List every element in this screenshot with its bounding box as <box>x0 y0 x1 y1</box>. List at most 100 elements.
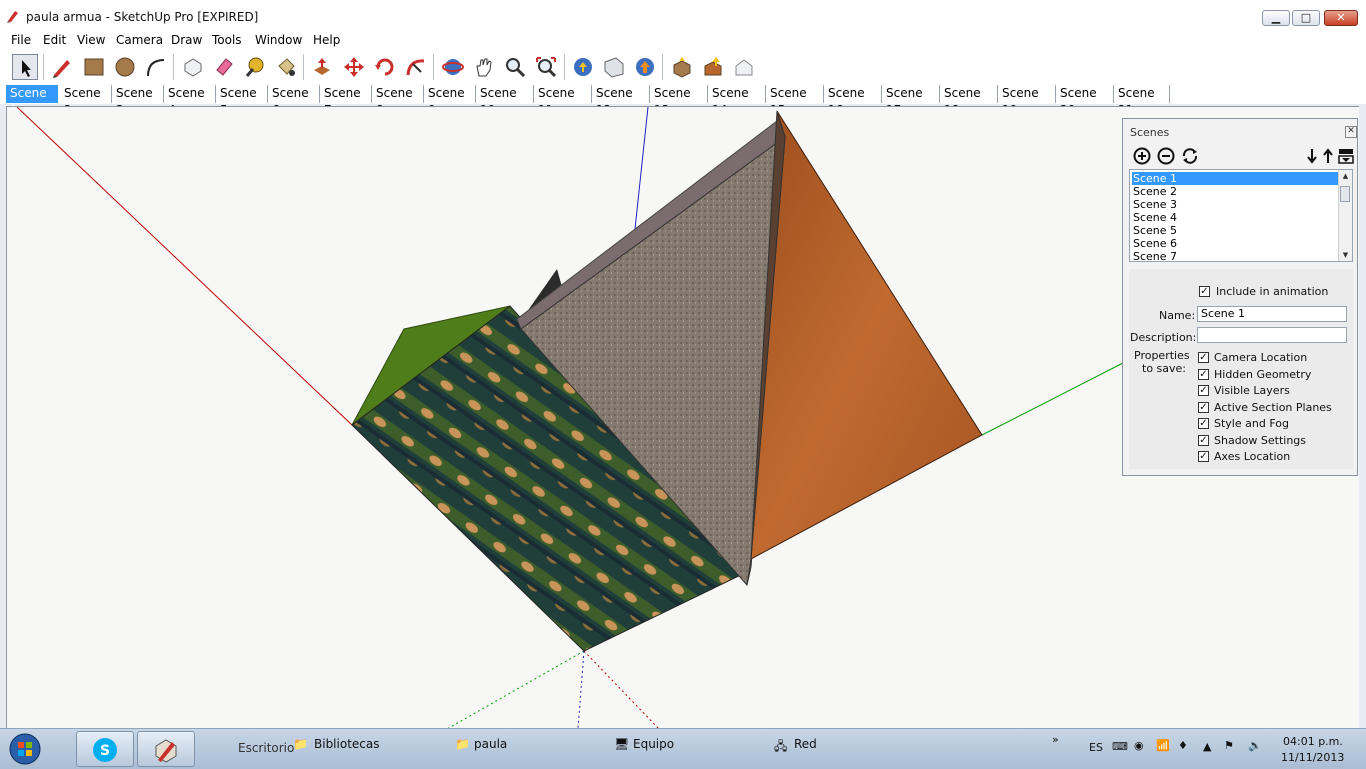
taskbar-equipo[interactable]: Equipo <box>633 737 674 751</box>
circle-tool[interactable] <box>112 54 138 80</box>
tab-scene-5[interactable]: Scene 5 <box>216 85 268 117</box>
menu-view[interactable]: View <box>77 33 105 47</box>
scroll-thumb[interactable] <box>1340 186 1350 202</box>
zoom-extents-tool[interactable] <box>533 54 559 80</box>
scene-list-item[interactable]: Scene 4 <box>1132 211 1341 224</box>
start-button-icon[interactable] <box>6 732 44 766</box>
menu-tools[interactable]: Tools <box>212 33 242 47</box>
close-button[interactable]: ✕ <box>1324 10 1358 26</box>
share-component-tool[interactable] <box>669 54 695 80</box>
name-field[interactable]: Scene 1 <box>1197 306 1347 322</box>
minimize-button[interactable]: ▁ <box>1262 10 1290 26</box>
share-model-tool[interactable] <box>601 54 627 80</box>
scene-list-item[interactable]: Scene 7 <box>1132 250 1341 261</box>
tab-scene-12[interactable]: Scene 12 <box>592 85 650 117</box>
include-animation-checkbox[interactable]: ✓ <box>1199 286 1210 297</box>
follow-me-tool[interactable] <box>403 54 429 80</box>
tab-scene-6[interactable]: Scene 6 <box>268 85 320 117</box>
taskbar-bibliotecas[interactable]: Bibliotecas <box>314 737 379 751</box>
tab-scene-19[interactable]: Scene 19 <box>998 85 1056 117</box>
camera-location-checkbox[interactable]: ✓ <box>1198 352 1209 363</box>
scene-list-scrollbar[interactable]: ▲ ▼ <box>1338 170 1352 261</box>
move-tool[interactable] <box>341 54 367 80</box>
tab-scene-15[interactable]: Scene 15 <box>766 85 824 117</box>
tape-measure-tool[interactable] <box>242 54 268 80</box>
rectangle-tool[interactable] <box>81 54 107 80</box>
scroll-up-icon[interactable]: ▲ <box>1339 170 1352 182</box>
tab-scene-21[interactable]: Scene 21 <box>1114 85 1170 117</box>
tab-scene-18[interactable]: Scene 18 <box>940 85 998 117</box>
pan-tool[interactable] <box>471 54 497 80</box>
google-earth-tool[interactable] <box>632 54 658 80</box>
scene-list-item[interactable]: Scene 1 <box>1132 172 1341 185</box>
remove-scene-icon[interactable] <box>1157 147 1175 165</box>
tray-flame-icon[interactable]: ♦ <box>1178 739 1188 752</box>
tab-scene-17[interactable]: Scene 17 <box>882 85 940 117</box>
move-scene-up-icon[interactable] <box>1319 147 1337 165</box>
menu-draw[interactable]: Draw <box>171 33 202 47</box>
maximize-button[interactable]: □ <box>1292 10 1320 26</box>
wifi-icon[interactable]: 📶 <box>1156 739 1170 752</box>
rotate-tool[interactable] <box>372 54 398 80</box>
scroll-down-icon[interactable]: ▼ <box>1339 249 1352 261</box>
arc-tool[interactable] <box>143 54 169 80</box>
tab-scene-20[interactable]: Scene 20 <box>1056 85 1114 117</box>
tab-scene-13[interactable]: Scene 13 <box>650 85 708 117</box>
menu-help[interactable]: Help <box>313 33 340 47</box>
tab-scene-4[interactable]: Scene 4 <box>164 85 216 117</box>
hidden-geometry-checkbox[interactable]: ✓ <box>1198 369 1209 380</box>
shadow-settings-checkbox[interactable]: ✓ <box>1198 435 1209 446</box>
scene-list-item[interactable]: Scene 5 <box>1132 224 1341 237</box>
tab-scene-14[interactable]: Scene 14 <box>708 85 766 117</box>
tab-scene-16[interactable]: Scene 16 <box>824 85 882 117</box>
tab-scene-7[interactable]: Scene 7 <box>320 85 372 117</box>
make-component-tool[interactable] <box>180 54 206 80</box>
menu-file[interactable]: File <box>11 33 31 47</box>
clock-date[interactable]: 11/11/2013 <box>1281 751 1344 764</box>
toolbar-expand-icon[interactable]: » <box>1052 733 1059 746</box>
tray-app-icon[interactable]: ◉ <box>1134 739 1144 752</box>
show-hidden-icons[interactable]: ▲ <box>1203 740 1211 753</box>
pencil-tool[interactable] <box>49 54 75 80</box>
menu-camera[interactable]: Camera <box>116 33 163 47</box>
scene-list-item[interactable]: Scene 2 <box>1132 185 1341 198</box>
tab-scene-11[interactable]: Scene 11 <box>534 85 592 117</box>
taskbar-red[interactable]: Red <box>794 737 817 751</box>
panel-close-icon[interactable]: ✕ <box>1345 126 1357 138</box>
update-scene-icon[interactable] <box>1181 147 1199 165</box>
taskbar-sketchup[interactable] <box>137 731 195 767</box>
section-planes-checkbox[interactable]: ✓ <box>1198 402 1209 413</box>
paint-bucket-tool[interactable] <box>273 54 299 80</box>
tab-scene-8[interactable]: Scene 8 <box>372 85 424 117</box>
scene-list-item[interactable]: Scene 6 <box>1132 237 1341 250</box>
get-photo-texture-tool[interactable] <box>700 54 726 80</box>
language-indicator[interactable]: ES <box>1089 741 1103 754</box>
clock-time[interactable]: 04:01 p.m. <box>1283 735 1343 748</box>
tab-scene-9[interactable]: Scene 9 <box>424 85 476 117</box>
tab-scene-1[interactable]: Scene 1 <box>6 85 58 117</box>
tab-scene-3[interactable]: Scene 3 <box>112 85 164 117</box>
get-models-tool[interactable] <box>570 54 596 80</box>
style-fog-checkbox[interactable]: ✓ <box>1198 418 1209 429</box>
visible-layers-checkbox[interactable]: ✓ <box>1198 385 1209 396</box>
taskbar-paula[interactable]: paula <box>474 737 507 751</box>
scene-list-item[interactable]: Scene 3 <box>1132 198 1341 211</box>
select-tool[interactable] <box>12 54 38 80</box>
tab-scene-2[interactable]: Scene 2 <box>60 85 112 117</box>
action-center-icon[interactable]: ⚑ <box>1224 739 1234 752</box>
show-details-icon[interactable] <box>1337 147 1355 165</box>
menu-window[interactable]: Window <box>255 33 302 47</box>
zoom-tool[interactable] <box>502 54 528 80</box>
axes-location-checkbox[interactable]: ✓ <box>1198 451 1209 462</box>
orbit-tool[interactable] <box>440 54 466 80</box>
push-pull-tool[interactable] <box>309 54 335 80</box>
menu-edit[interactable]: Edit <box>43 33 66 47</box>
description-field[interactable] <box>1197 327 1347 343</box>
add-scene-icon[interactable] <box>1133 147 1151 165</box>
keyboard-icon[interactable]: ⌨ <box>1112 740 1128 753</box>
eraser-tool[interactable] <box>211 54 237 80</box>
taskbar-skype[interactable]: S <box>76 731 134 767</box>
toolbar-escritorio[interactable]: Escritorio <box>238 741 294 755</box>
preview-tool[interactable] <box>731 54 757 80</box>
tab-scene-10[interactable]: Scene 10 <box>476 85 534 117</box>
